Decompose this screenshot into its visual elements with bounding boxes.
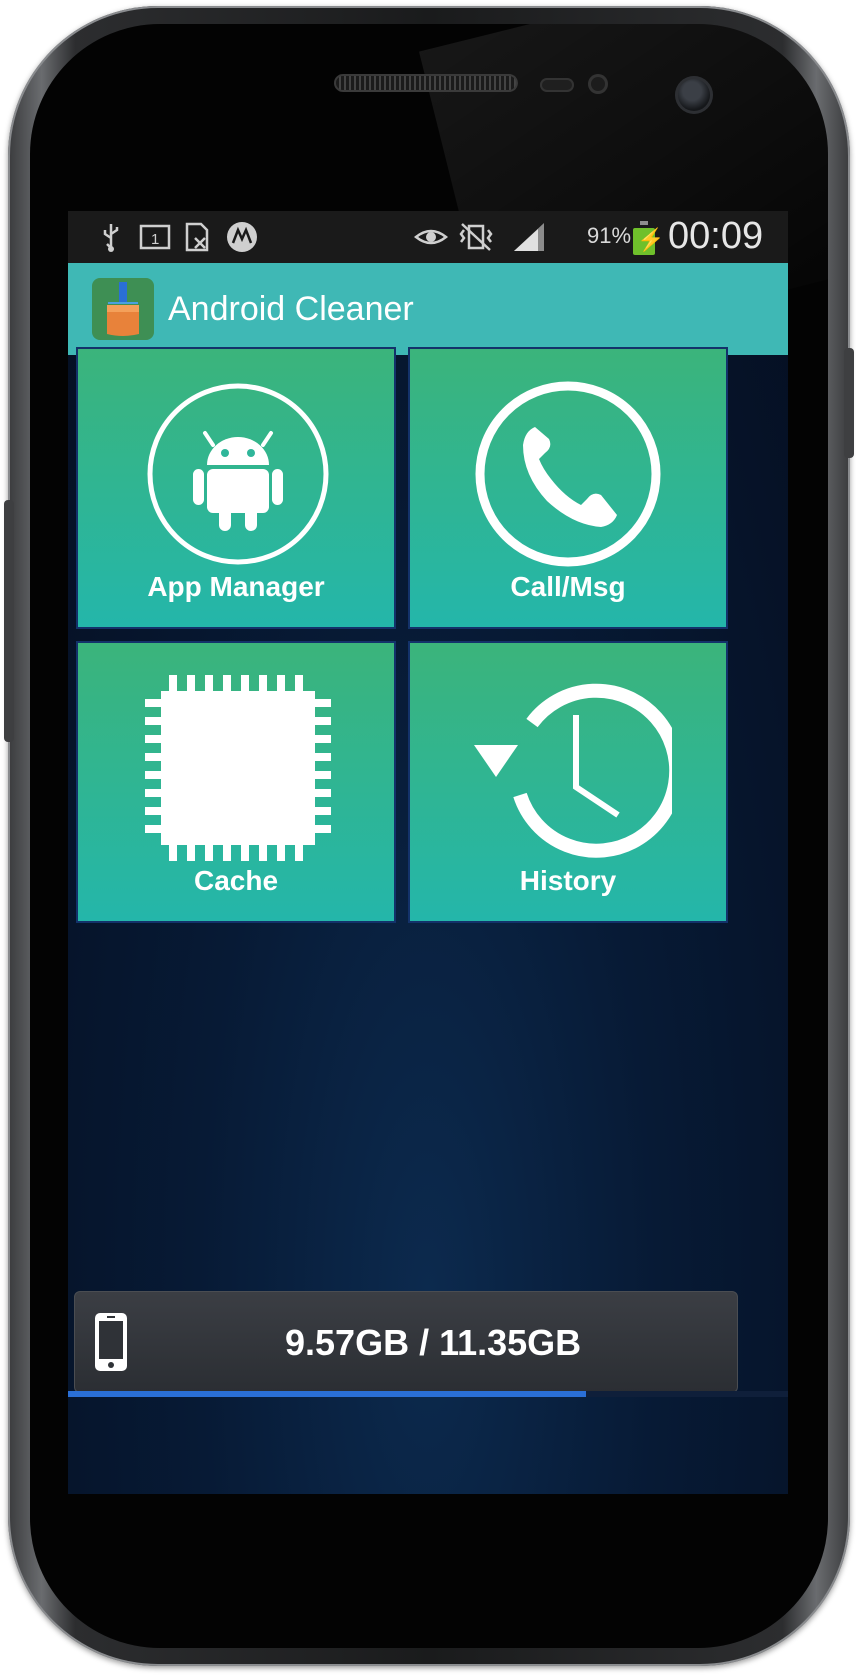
- storage-progress-track: [68, 1391, 788, 1397]
- storage-bar[interactable]: 9.57GB / 11.35GB: [74, 1291, 738, 1393]
- battery-percent: 91%: [587, 223, 632, 248]
- android-icon: [147, 383, 329, 565]
- storage-progress-fill: [68, 1391, 587, 1397]
- eye-icon: [414, 221, 448, 253]
- screen: 1 91% ⚡ 00:09 Android Cleaner App Manage…: [68, 211, 788, 1494]
- front-camera: [675, 76, 713, 114]
- app-logo-icon[interactable]: [92, 278, 154, 340]
- signal-icon: [512, 221, 546, 253]
- earpiece-speaker: [334, 74, 518, 92]
- volume-button: [844, 348, 854, 458]
- smartphone-icon: [95, 1313, 127, 1371]
- cache-tile[interactable]: Cache: [76, 641, 396, 923]
- app-bar: Android Cleaner: [68, 263, 788, 355]
- phone-icon: [475, 381, 661, 567]
- light-sensor: [588, 74, 608, 94]
- vibrate-off-icon: [456, 221, 496, 253]
- usb-icon: [96, 221, 126, 253]
- battery-charging-icon: ⚡: [633, 221, 664, 255]
- motorola-icon: [226, 221, 258, 253]
- history-tile[interactable]: History: [408, 641, 728, 923]
- sim-blocked-icon: [182, 221, 212, 253]
- power-button: [4, 500, 14, 742]
- app-manager-tile[interactable]: App Manager: [76, 347, 396, 629]
- sim-card-icon: 1: [138, 221, 172, 253]
- clock: 00:09: [668, 215, 764, 257]
- tile-label-app-manager: App Manager: [147, 571, 325, 602]
- chip-icon: [145, 675, 331, 861]
- call-msg-tile[interactable]: Call/Msg: [408, 347, 728, 629]
- svg-text:1: 1: [151, 231, 159, 248]
- status-bar: 1 91% ⚡ 00:09: [68, 211, 788, 263]
- tile-label-cache: Cache: [193, 865, 279, 896]
- history-clock-icon: [474, 683, 672, 858]
- proximity-sensor: [540, 78, 574, 92]
- storage-usage-text: 9.57GB / 11.35GB: [285, 1322, 582, 1363]
- tile-label-call-msg: Call/Msg: [510, 571, 626, 602]
- tile-label-history: History: [519, 865, 617, 896]
- app-title: Android Cleaner: [168, 290, 414, 328]
